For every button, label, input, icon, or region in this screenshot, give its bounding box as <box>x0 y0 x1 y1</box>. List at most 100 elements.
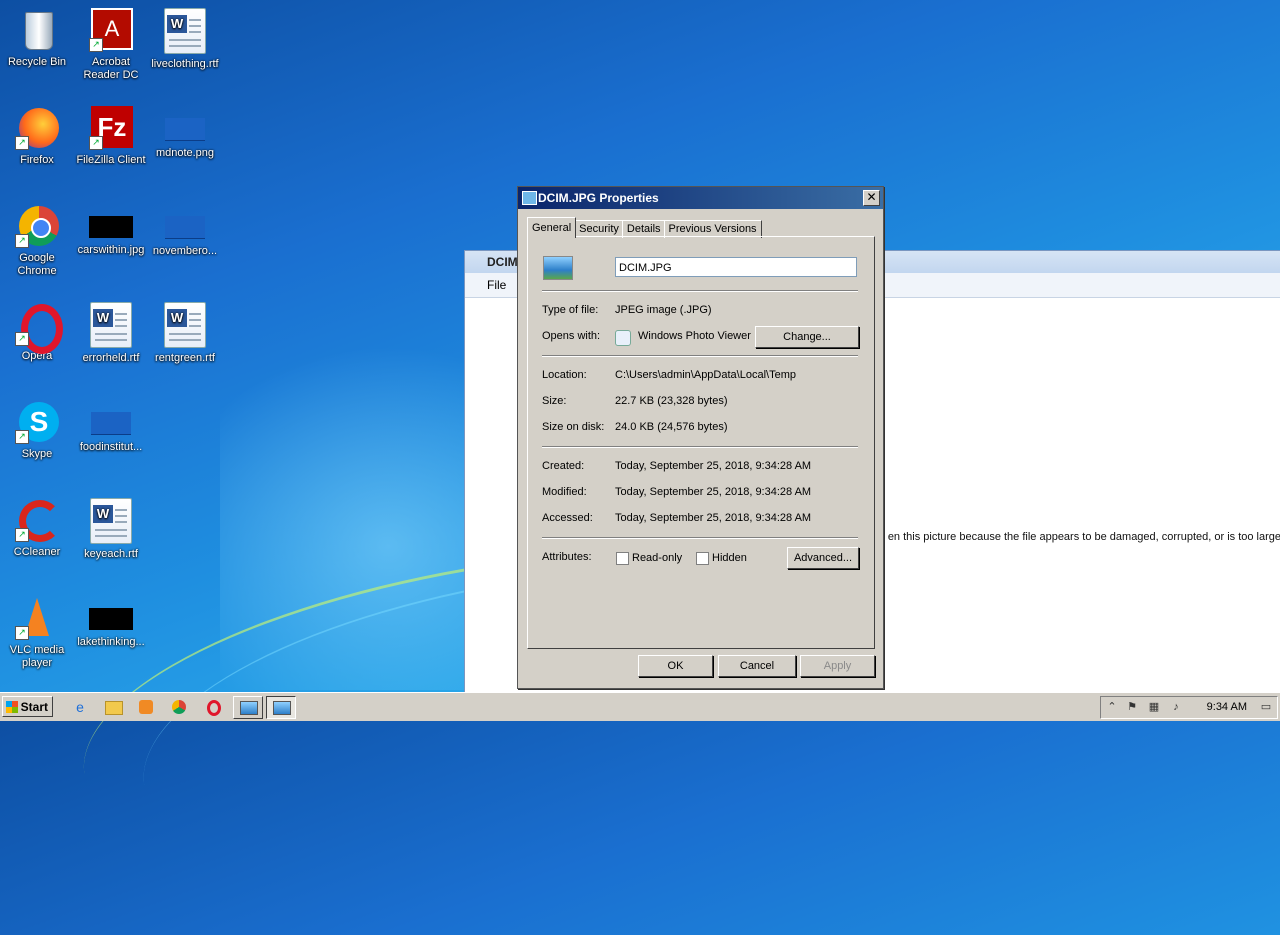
hidden-checkbox[interactable] <box>696 552 709 565</box>
acrobat-icon: A ↗ <box>89 8 133 52</box>
network-icon[interactable]: ▦ <box>1147 700 1161 714</box>
desktop-icon-label: mdnote.png <box>155 147 215 159</box>
separator <box>542 537 858 539</box>
image-thumbnail-icon <box>89 216 133 238</box>
readonly-checkbox[interactable] <box>616 552 629 565</box>
filename-input[interactable]: DCIM.JPG <box>615 257 857 277</box>
desktop-icon-firefox[interactable]: ↗ Firefox <box>0 106 74 167</box>
windows-logo-icon <box>6 701 18 713</box>
close-icon[interactable]: ✕ <box>863 190 880 206</box>
shortcut-arrow-icon: ↗ <box>15 528 29 542</box>
desktop-icon-lakethinking[interactable]: lakethinking... <box>74 596 148 649</box>
action-center-flag-icon[interactable]: ⚑ <box>1125 700 1139 714</box>
show-desktop-icon[interactable]: ▭ <box>1259 700 1273 714</box>
desktop-icon-novembero[interactable]: novembero... <box>148 204 222 258</box>
size-on-disk-value: 24.0 KB (24,576 bytes) <box>615 421 728 433</box>
desktop-icon-label: Firefox <box>20 154 54 166</box>
desktop-icon-ccleaner[interactable]: ↗ CCleaner <box>0 498 74 559</box>
attributes-label: Attributes: <box>542 551 592 563</box>
jpeg-file-icon <box>543 256 573 280</box>
tab-general[interactable]: General <box>527 217 577 238</box>
tab-strip: General Security Details Previous Versions <box>527 217 762 238</box>
desktop-icon-filezilla[interactable]: Fz ↗ FileZilla Client <box>74 106 148 167</box>
word-document-icon: W <box>90 302 132 348</box>
desktop-icon-recycle-bin[interactable]: Recycle Bin <box>0 8 74 69</box>
accessed-label: Accessed: <box>542 512 593 524</box>
opera-icon: ↗ <box>15 302 63 354</box>
ok-button[interactable]: OK <box>638 655 713 677</box>
desktop-icon-carswithin[interactable]: carswithin.jpg <box>74 204 148 257</box>
accessed-value: Today, September 25, 2018, 9:34:28 AM <box>615 512 812 524</box>
desktop-icon-label: liveclothing.rtf <box>151 58 219 70</box>
type-label: Type of file: <box>542 304 599 316</box>
taskbar-properties[interactable] <box>266 696 296 719</box>
shortcut-arrow-icon: ↗ <box>89 38 103 52</box>
hidden-label[interactable]: Hidden <box>712 552 747 564</box>
image-thumbnail-icon <box>89 608 133 630</box>
desktop-icon-errorheld[interactable]: W errorheld.rtf <box>74 302 148 365</box>
modified-value: Today, September 25, 2018, 9:34:28 AM <box>615 486 812 498</box>
word-document-icon: W <box>90 498 132 544</box>
opens-with-label: Opens with: <box>542 330 601 342</box>
desktop-icon-label: carswithin.jpg <box>77 244 145 256</box>
opens-with-value: Windows Photo Viewer <box>638 330 751 342</box>
desktop-icon-keyeach[interactable]: W keyeach.rtf <box>74 498 148 561</box>
clock[interactable]: 9:34 AM <box>1207 697 1247 718</box>
file-thumbnail-icon <box>165 118 205 141</box>
firefox-icon: ↗ <box>15 106 59 150</box>
dialog-title: DCIM.JPG Properties <box>538 191 659 205</box>
taskbar: Start e ⌃ ⚑ ▦ ♪ 9:34 AM ▭ <box>0 692 1280 721</box>
start-label: Start <box>20 700 48 714</box>
general-panel: DCIM.JPG Type of file: JPEG image (.JPG)… <box>527 236 875 649</box>
vlc-cone-icon: ↗ <box>15 596 59 640</box>
desktop-icon-skype[interactable]: S ↗ Skype <box>0 400 74 461</box>
menu-file[interactable]: File <box>487 278 506 292</box>
desktop-icon-mdnote[interactable]: mdnote.png <box>148 106 222 160</box>
skype-icon: S ↗ <box>15 400 59 444</box>
desktop-icon-opera[interactable]: ↗ Opera <box>0 302 74 363</box>
type-value: JPEG image (.JPG) <box>615 304 712 316</box>
opera-icon[interactable] <box>203 697 223 717</box>
start-button[interactable]: Start <box>2 696 53 717</box>
volume-icon[interactable]: ♪ <box>1169 700 1183 714</box>
chrome-icon: ↗ <box>15 204 59 248</box>
desktop-icon-label: FileZilla Client <box>76 154 146 166</box>
shortcut-arrow-icon: ↗ <box>15 332 29 346</box>
desktop-icon-acrobat[interactable]: A ↗ Acrobat Reader DC <box>74 8 148 82</box>
location-value: C:\Users\admin\AppData\Local\Temp <box>615 369 796 381</box>
dialog-titlebar[interactable]: DCIM.JPG Properties ✕ <box>518 187 883 209</box>
cancel-button[interactable]: Cancel <box>718 655 796 677</box>
desktop-icon-label: VLC media player <box>9 644 65 669</box>
location-label: Location: <box>542 369 587 381</box>
filezilla-icon: Fz ↗ <box>89 106 133 150</box>
media-player-icon[interactable] <box>136 697 156 717</box>
separator <box>542 446 858 448</box>
advanced-button[interactable]: Advanced... <box>787 547 859 569</box>
desktop-icon-label: errorheld.rtf <box>82 352 140 364</box>
show-hidden-icons-icon[interactable]: ⌃ <box>1105 700 1119 714</box>
apply-button[interactable]: Apply <box>800 655 875 677</box>
shortcut-arrow-icon: ↗ <box>15 234 29 248</box>
desktop-icon-chrome[interactable]: ↗ Google Chrome <box>0 204 74 278</box>
properties-dialog[interactable]: DCIM.JPG Properties ✕ General Security Det… <box>517 186 884 689</box>
internet-explorer-icon[interactable]: e <box>70 697 90 717</box>
shortcut-arrow-icon: ↗ <box>15 136 29 150</box>
readonly-label[interactable]: Read-only <box>632 552 682 564</box>
desktop-icon-vlc[interactable]: ↗ VLC media player <box>0 596 74 670</box>
desktop-icon-label: keyeach.rtf <box>84 548 138 560</box>
taskbar-photo-viewer[interactable] <box>233 696 263 719</box>
desktop-icon-liveclothing[interactable]: W liveclothing.rtf <box>148 8 222 71</box>
folder-icon[interactable] <box>103 697 123 717</box>
desktop-icon-rentgreen[interactable]: W rentgreen.rtf <box>148 302 222 365</box>
change-button[interactable]: Change... <box>755 326 859 348</box>
file-thumbnail-icon <box>165 216 205 239</box>
desktop-icon-label: Google Chrome <box>17 252 57 277</box>
desktop-icon-label: CCleaner <box>13 546 61 558</box>
size-on-disk-label: Size on disk: <box>542 421 605 433</box>
desktop-icon-label: Skype <box>21 448 53 460</box>
chrome-icon[interactable] <box>169 697 189 717</box>
system-tray: ⌃ ⚑ ▦ ♪ 9:34 AM ▭ <box>1100 696 1278 719</box>
desktop-icon-foodinstitut[interactable]: foodinstitut... <box>74 400 148 454</box>
ccleaner-icon: ↗ <box>15 498 61 542</box>
image-file-icon <box>522 191 537 205</box>
